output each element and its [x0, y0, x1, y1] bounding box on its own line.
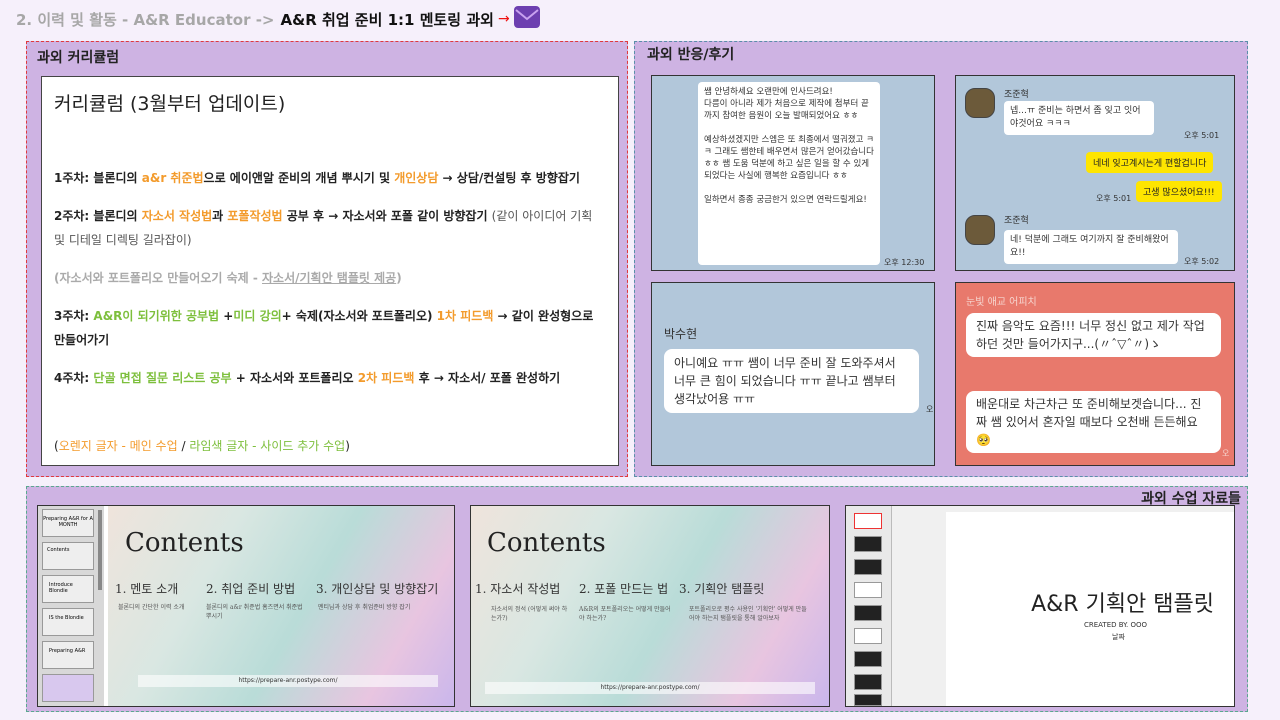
- my-chat-bubble: 네네 잊고계시는게 편할겁니다: [1086, 152, 1214, 173]
- slide-item: 3. 기획안 탬플릿: [679, 582, 765, 596]
- chat-bubble: 넵...ㅠ 준비는 하면서 좀 잊고 잇어야것어요 ㅋㅋㅋ: [1004, 101, 1154, 135]
- homework-note: (자소서와 포트폴리오 만들어오기 숙제 - 자소서/기획안 탬플릿 제공): [54, 271, 402, 285]
- slide-thumbnail[interactable]: Introduce Blondie: [42, 575, 94, 603]
- slide-canvas: A&R 기획안 탬플릿 CREATED BY. OOO 날짜: [946, 512, 1234, 706]
- slide-thumbnail[interactable]: Preparing A&R: [42, 641, 94, 669]
- chat-time: 오후 12:30: [884, 258, 925, 267]
- slide-thumbnail[interactable]: [854, 605, 882, 621]
- material-slide-1: Preparing A&R for A MONTH Contents Intro…: [37, 505, 455, 707]
- slide-subitem: 자소서의 정석 (어떻게 써야 하는가?): [491, 606, 568, 622]
- header: 2. 이력 및 활동 - A&R Educator -> A&R 취업 준비 1…: [16, 6, 541, 30]
- slide-subitem: 포트폴리오로 평수 사용인 '기획안' 어떻게 만들어야 하는지 탬플릿을 통해…: [689, 606, 807, 622]
- slide-thumbnail[interactable]: Contents: [42, 542, 94, 570]
- reviews-panel: 과외 반응/후기 쌤 안녕하세요 오랜만에 인사드려요! 다름이 아니라 제가 …: [634, 41, 1248, 477]
- slide-thumbnail[interactable]: [854, 628, 882, 644]
- slide-item: 3. 개인상담 및 방향잡기: [316, 582, 439, 596]
- slide-thumbnail[interactable]: [854, 674, 882, 690]
- page-title: A&R 취업 준비 1:1 멘토링 과외: [280, 10, 494, 29]
- review-chat-1: 쌤 안녕하세요 오랜만에 인사드려요! 다름이 아니라 제가 처음으로 제작에 …: [651, 75, 935, 271]
- avatar: [965, 88, 995, 118]
- sender-name: 조준혁: [1004, 216, 1029, 226]
- color-legend: (오렌지 글자 - 메인 수업 / 라임색 글자 - 사이드 추가 수업): [54, 439, 350, 453]
- chat-time: 오후 5:01: [1096, 194, 1132, 203]
- avatar: [965, 215, 995, 245]
- week-1: 1주차: 블론디의 a&r 취준법으로 에이앤알 준비의 개념 뿌시기 및 개인…: [54, 171, 580, 185]
- review-chat-3: 박수현 아니예요 ㅠㅠ 쌤이 너무 준비 잘 도와주셔서 너무 큰 힘이 되었습…: [651, 282, 935, 466]
- chat-bubble: 진짜 음악도 요즘!!! 너무 정신 없고 제가 작업하던 것만 들어가지구..…: [966, 313, 1221, 357]
- slide-thumbnail[interactable]: IS the Blondie: [42, 608, 94, 636]
- slide-created-by: CREATED BY. OOO: [1084, 621, 1147, 629]
- slide-item: 2. 포폴 만드는 법: [579, 582, 669, 596]
- slide-thumbnail[interactable]: [854, 513, 882, 529]
- slide-thumbnail[interactable]: [854, 559, 882, 575]
- slide-subitem: A&R의 포트폴리오는 어떻게 만들어야 하는가?: [579, 606, 671, 622]
- chat-bubble: 배운대로 차근차근 또 준비해보겟습니다... 진짜 쌤 있어서 혼자일 때보다…: [966, 391, 1221, 453]
- chat-bubble: 쌤 안녕하세요 오랜만에 인사드려요! 다름이 아니라 제가 처음으로 제작에 …: [698, 82, 880, 265]
- week-3: 3주차: A&R이 되기위한 공부법 +미디 강의+ 숙제(자소서와 포트폴리오…: [54, 309, 594, 347]
- sender-name: 눈빛 애교 어피치: [966, 297, 1037, 308]
- slide-canvas: Contents 1. 멘토 소개 2. 취업 준비 방법 3. 개인상담 및 …: [108, 506, 454, 706]
- slide-date: 날짜: [1112, 633, 1125, 641]
- slide-url: https://prepare-anr.postype.com/: [485, 682, 815, 694]
- slide-thumbnail[interactable]: [42, 674, 94, 702]
- slide-subitem: 블론디의 간단한 이력 소개: [118, 604, 185, 611]
- sender-name: 박수현: [664, 327, 698, 341]
- thumbnail-scrollbar[interactable]: [98, 510, 102, 590]
- slide-item: 1. 멘토 소개: [115, 582, 179, 596]
- slide-thumbnail-panel: Preparing A&R for A MONTH Contents Intro…: [38, 506, 104, 706]
- slide-thumbnail[interactable]: [854, 536, 882, 552]
- chat-time-edge: 오: [926, 405, 934, 414]
- slide-thumbnail[interactable]: [854, 694, 882, 706]
- arrow-icon: →: [497, 11, 510, 27]
- chat-time-edge: 오: [1222, 449, 1230, 458]
- curriculum-panel: 과외 커리큘럼 커리큘럼 (3월부터 업데이트) 1주차: 블론디의 a&r 취…: [26, 41, 628, 477]
- curriculum-card: 커리큘럼 (3월부터 업데이트) 1주차: 블론디의 a&r 취준법으로 에이앤…: [41, 76, 619, 466]
- chat-bubble: 네! 덕분에 그래도 여기까지 잘 준비해왔어요!!: [1004, 230, 1178, 264]
- slide-title: A&R 기획안 탬플릿: [1031, 592, 1214, 617]
- envelope-icon: [510, 4, 541, 34]
- slide-thumbnail[interactable]: [854, 651, 882, 667]
- reviews-panel-title: 과외 반응/후기: [647, 47, 735, 63]
- week-4: 4주차: 단골 면접 질문 리스트 공부 + 자소서와 포트폴리오 2차 피드백…: [54, 371, 561, 385]
- chat-time: 오후 5:02: [1184, 257, 1220, 266]
- slide-item: 1. 자소서 작성법: [475, 582, 561, 596]
- breadcrumb: 2. 이력 및 활동 - A&R Educator ->: [16, 10, 275, 29]
- chat-time: 오후 5:01: [1184, 131, 1220, 140]
- sender-name: 조준혁: [1004, 90, 1029, 100]
- material-slide-3: A&R 기획안 탬플릿 CREATED BY. OOO 날짜: [845, 505, 1235, 707]
- slide-item: 2. 취업 준비 방법: [206, 582, 296, 596]
- curriculum-heading: 커리큘럼 (3월부터 업데이트): [54, 93, 286, 115]
- material-slide-2: Contents 1. 자소서 작성법 2. 포폴 만드는 법 3. 기획안 탬…: [470, 505, 830, 707]
- slide-heading: Contents: [125, 528, 244, 558]
- slide-subitem: 멘티님과 상담 후 취업준비 방향 잡기: [318, 604, 411, 611]
- slide-url: https://prepare-anr.postype.com/: [138, 675, 438, 687]
- review-chat-2: 조준혁 넵...ㅠ 준비는 하면서 좀 잊고 잇어야것어요 ㅋㅋㅋ 오후 5:0…: [955, 75, 1235, 271]
- slide-subitem: 블론디의 a&r 취준법 홈즈면서 취준법 뿌시기: [206, 604, 303, 620]
- review-chat-4: 눈빛 애교 어피치 진짜 음악도 요즘!!! 너무 정신 없고 제가 작업하던 …: [955, 282, 1235, 466]
- chat-bubble: 아니예요 ㅠㅠ 쌤이 너무 준비 잘 도와주셔서 너무 큰 힘이 되었습니다 ㅠ…: [664, 349, 919, 413]
- curriculum-panel-title: 과외 커리큘럼: [37, 50, 120, 66]
- slide-thumbnail-panel: [846, 506, 892, 706]
- materials-panel: 과외 수업 자료들 Preparing A&R for A MONTH Cont…: [26, 486, 1248, 712]
- slide-thumbnail[interactable]: Preparing A&R for A MONTH: [42, 509, 94, 537]
- week-2: 2주차: 블론디의 자소서 작성법과 포폴작성법 공부 후 → 자소서와 포폴 …: [54, 209, 593, 247]
- my-chat-bubble: 고생 많으셨어요!!!: [1136, 181, 1222, 202]
- slide-heading: Contents: [487, 528, 606, 558]
- slide-thumbnail[interactable]: [854, 582, 882, 598]
